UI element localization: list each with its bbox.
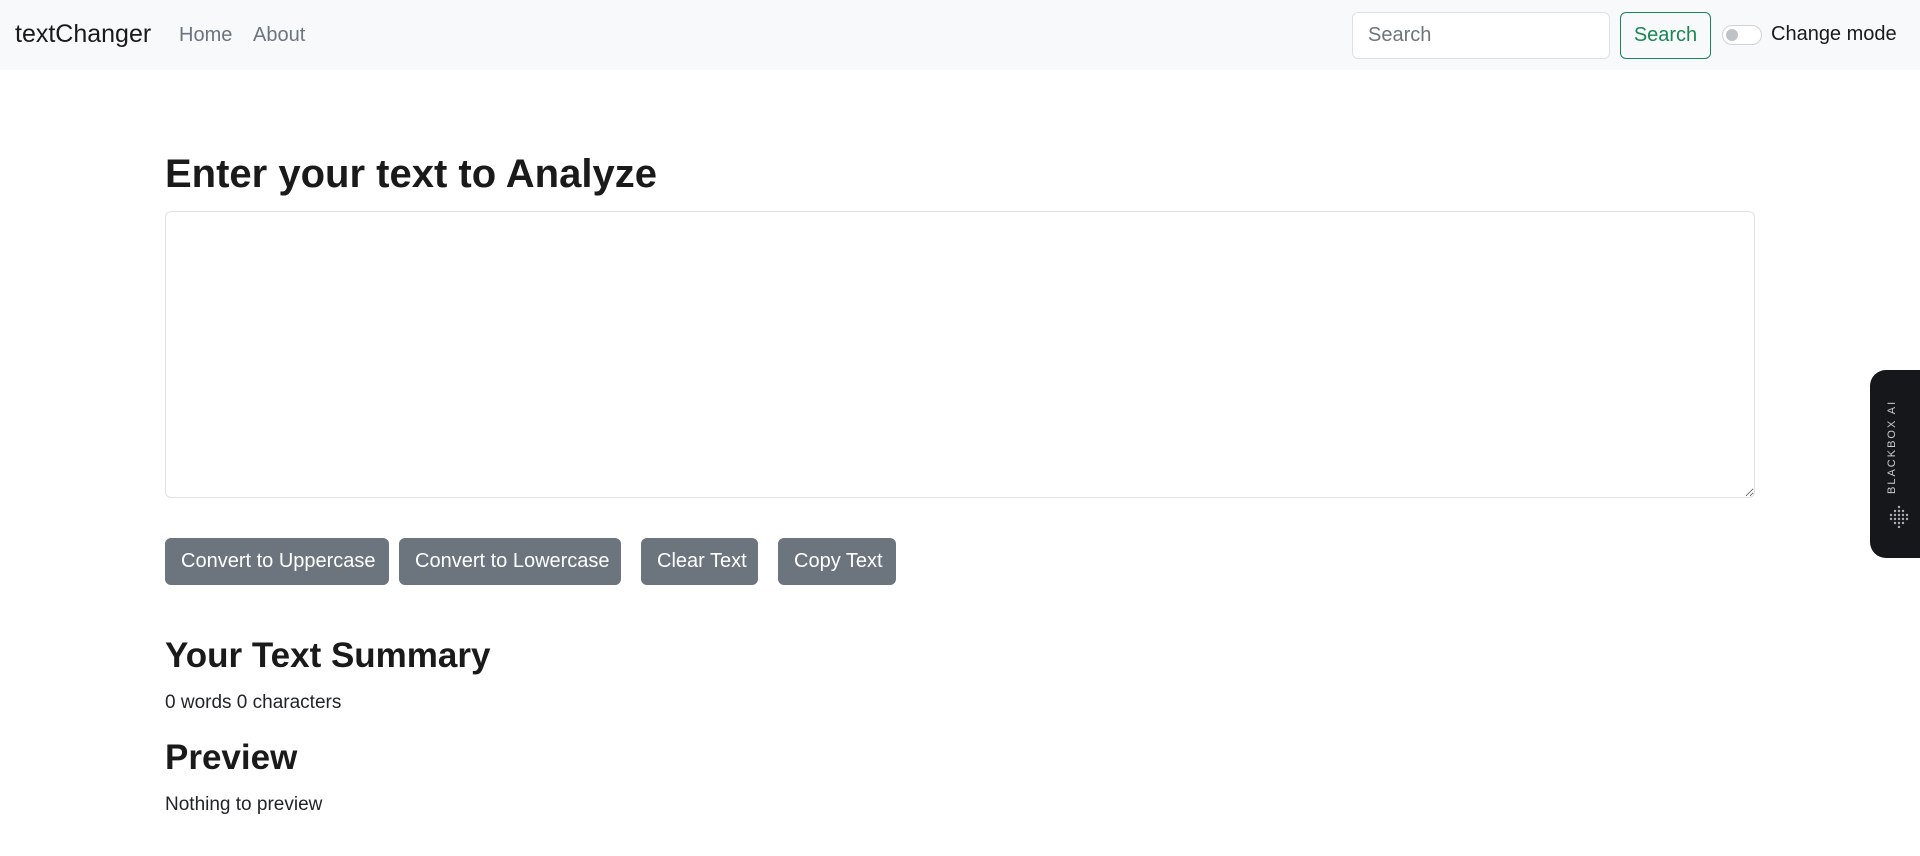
preview-heading: Preview [165, 738, 298, 777]
copy-text-button[interactable]: Copy Text [778, 538, 896, 585]
preview-text: Nothing to preview [165, 794, 323, 815]
convert-lowercase-button[interactable]: Convert to Lowercase [399, 538, 621, 585]
navbar: textChanger Home About Search Change mod… [0, 0, 1920, 70]
text-input-area[interactable] [165, 211, 1755, 498]
mode-toggle-label[interactable]: Change mode [1771, 23, 1897, 46]
convert-uppercase-button[interactable]: Convert to Uppercase [165, 538, 389, 585]
blackbox-ai-widget[interactable]: BLACKBOX AI [1870, 370, 1920, 558]
toggle-knob [1726, 29, 1738, 41]
summary-heading: Your Text Summary [165, 636, 491, 675]
brand-logo[interactable]: textChanger [15, 20, 151, 49]
summary-text: 0 words 0 characters [165, 692, 342, 713]
page-title: Enter your text to Analyze [165, 152, 657, 196]
blackbox-ai-label: BLACKBOX AI [1886, 399, 1898, 494]
mode-toggle-switch[interactable] [1722, 25, 1762, 45]
search-button[interactable]: Search [1620, 12, 1711, 59]
dot-grid-icon [1887, 504, 1911, 529]
clear-text-button[interactable]: Clear Text [641, 538, 758, 585]
nav-link-about[interactable]: About [253, 24, 305, 47]
search-input[interactable] [1352, 12, 1610, 59]
nav-link-home[interactable]: Home [179, 24, 232, 47]
